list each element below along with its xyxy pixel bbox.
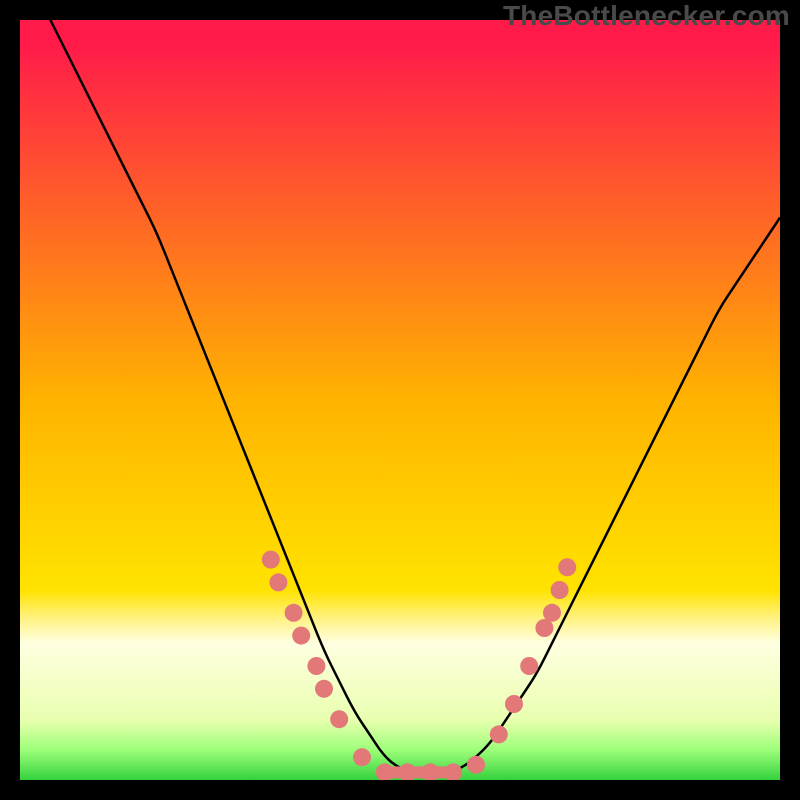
curve-marker: [551, 581, 569, 599]
curve-marker: [330, 710, 348, 728]
curve-marker: [505, 695, 523, 713]
curve-marker: [315, 680, 333, 698]
curve-marker: [543, 604, 561, 622]
curve-marker: [353, 748, 371, 766]
curve-marker: [269, 573, 287, 591]
curve-marker: [262, 551, 280, 569]
curve-marker: [307, 657, 325, 675]
gradient-background: [20, 20, 780, 780]
watermark-text: TheBottlenecker.com: [503, 0, 790, 32]
bottleneck-chart: [20, 20, 780, 780]
curve-marker: [490, 725, 508, 743]
curve-marker: [558, 558, 576, 576]
curve-marker: [292, 627, 310, 645]
curve-marker: [520, 657, 538, 675]
curve-marker: [285, 604, 303, 622]
curve-marker: [467, 756, 485, 774]
